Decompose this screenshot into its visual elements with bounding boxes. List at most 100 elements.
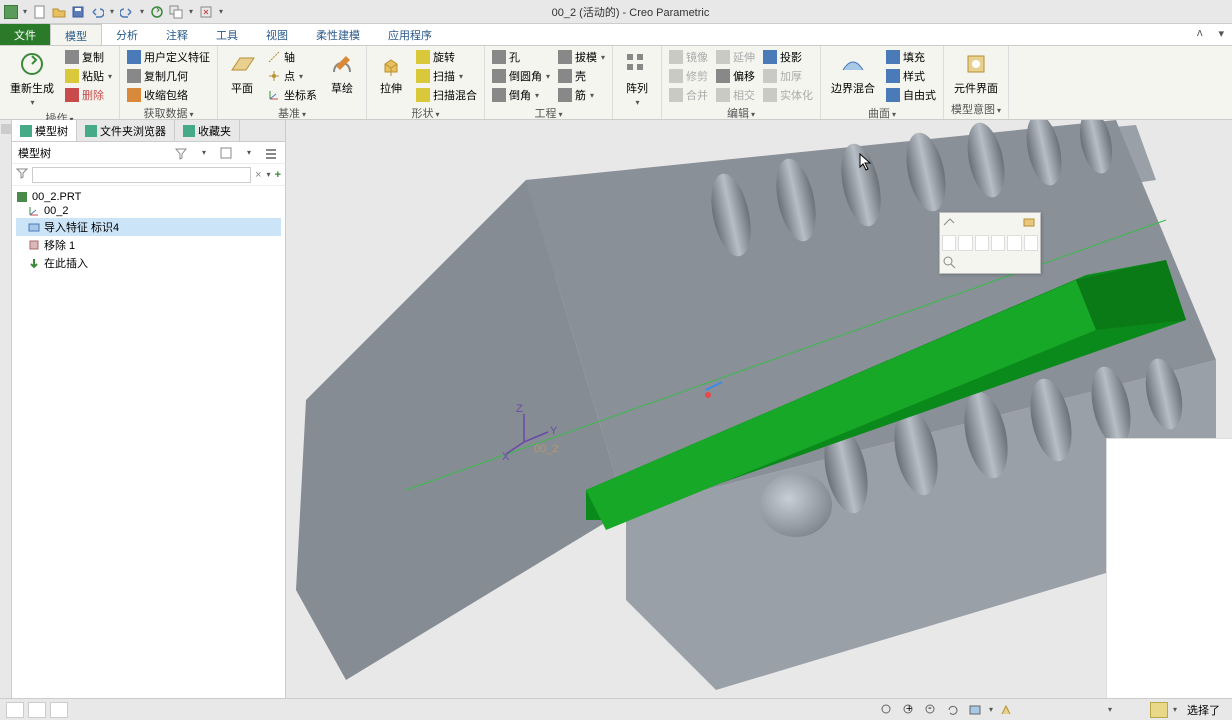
undo-icon[interactable] — [89, 4, 105, 20]
undo-drop-icon[interactable]: ▾ — [108, 7, 116, 16]
merge-button[interactable]: 合并 — [666, 86, 711, 104]
pattern-button[interactable]: 阵列 ▾ — [617, 48, 657, 109]
search-drop-icon[interactable]: ▾ — [267, 170, 271, 179]
fill-surf-button[interactable]: 填充 — [883, 48, 939, 66]
hole-button[interactable]: 孔 — [489, 48, 553, 66]
sb-selection-filter-icon[interactable] — [1150, 702, 1168, 718]
sb-zoom-in-icon[interactable]: + — [900, 702, 918, 718]
sb-repaint-icon[interactable] — [944, 702, 962, 718]
sb-zoom-out-icon[interactable]: - — [922, 702, 940, 718]
sb-window-icon[interactable] — [50, 702, 68, 718]
round-button[interactable]: 倒圆角▾ — [489, 67, 553, 85]
regenerate-button[interactable]: 重新生成 ▾ — [4, 48, 60, 109]
tab-applications[interactable]: 应用程序 — [374, 24, 446, 45]
search-filter-icon[interactable] — [16, 167, 28, 182]
style-button[interactable]: 样式 — [883, 67, 939, 85]
tree-node-import-feature[interactable]: 导入特征 标识4 — [16, 218, 281, 236]
sb-datum-display-icon[interactable] — [997, 702, 1015, 718]
new-file-icon[interactable] — [32, 4, 48, 20]
extrude-button[interactable]: 拉伸 — [371, 48, 411, 98]
thicken-button[interactable]: 加厚 — [760, 67, 816, 85]
csys-button[interactable]: 坐标系 — [264, 86, 320, 104]
search-clear-icon[interactable]: × — [255, 169, 261, 181]
fill-button[interactable]: 加厚填充投影 — [760, 48, 816, 66]
plane-button[interactable]: 平面 — [222, 48, 262, 98]
sweep-blend-button[interactable]: 扫描混合 — [413, 86, 480, 104]
ctx-extrude-icon[interactable] — [1007, 235, 1021, 251]
tab-tools[interactable]: 工具 — [202, 24, 252, 45]
tab-file[interactable]: 文件 — [0, 24, 50, 45]
chamfer-button[interactable]: 倒角▾ — [489, 86, 553, 104]
sb-annotation-display-icon[interactable] — [1085, 702, 1103, 718]
ctx-btn-2[interactable] — [1022, 215, 1038, 231]
ctx-copy-icon[interactable] — [942, 235, 956, 251]
ctx-more-icon[interactable] — [1024, 235, 1038, 251]
tree-settings-icon[interactable] — [263, 145, 279, 161]
freestyle-button[interactable]: 自由式 — [883, 86, 939, 104]
paste-button[interactable]: 粘贴▾ — [62, 67, 115, 85]
sb-point-display-icon[interactable] — [1041, 702, 1059, 718]
sb-zoom-fit-icon[interactable] — [878, 702, 896, 718]
redo-drop-icon[interactable]: ▾ — [138, 7, 146, 16]
sb-axis-display-icon[interactable] — [1019, 702, 1037, 718]
sb-msg-icon[interactable] — [6, 702, 24, 718]
windows-icon[interactable] — [168, 4, 184, 20]
ctx-btn-1[interactable] — [942, 215, 958, 231]
redo-icon[interactable] — [119, 4, 135, 20]
tree-node-insert-here[interactable]: 在此插入 — [16, 254, 281, 272]
graphics-area[interactable]: Z Y X 00_2 — [286, 120, 1232, 698]
shrinkwrap-button[interactable]: 收缩包络 — [124, 86, 213, 104]
copy-button[interactable]: 复制 — [62, 48, 115, 66]
regenerate-icon[interactable] — [149, 4, 165, 20]
mirror-button[interactable]: 镜像 — [666, 48, 711, 66]
revolve-button[interactable]: 旋转 — [413, 48, 480, 66]
tree-root[interactable]: 00_2.PRT — [16, 190, 281, 204]
save-icon[interactable] — [70, 4, 86, 20]
tree-node-remove[interactable]: 移除 1 — [16, 236, 281, 254]
side-tab-favorites[interactable]: 收藏夹 — [175, 120, 240, 141]
extend-button[interactable]: 延伸 — [713, 48, 758, 66]
point-button[interactable]: 点▾ — [264, 67, 320, 85]
ctx-csys-icon[interactable] — [958, 235, 972, 251]
ctx-search-icon[interactable] — [942, 255, 958, 271]
ctx-sketch-icon[interactable] — [991, 235, 1005, 251]
close-window-icon[interactable] — [198, 4, 214, 20]
browser-tab-icon[interactable] — [1, 124, 11, 134]
sb-csys-display-icon[interactable] — [1063, 702, 1081, 718]
side-tab-model-tree[interactable]: 模型树 — [12, 120, 77, 141]
windows-drop-icon[interactable]: ▾ — [187, 7, 195, 16]
minimize-ribbon-icon[interactable]: ᴧ — [1189, 24, 1211, 45]
sweep-button[interactable]: 扫描▾ — [413, 67, 480, 85]
trim-button[interactable]: 修剪 — [666, 67, 711, 85]
tab-model[interactable]: 模型 — [50, 24, 102, 45]
side-tab-folder-browser[interactable]: 文件夹浏览器 — [77, 120, 175, 141]
ctx-plane-icon[interactable] — [975, 235, 989, 251]
tab-view[interactable]: 视图 — [252, 24, 302, 45]
sketch-button[interactable]: 草绘 — [322, 48, 362, 98]
component-interface-button[interactable]: 元件界面 — [948, 48, 1004, 98]
intersect-button[interactable]: 相交 — [713, 86, 758, 104]
tab-annotate[interactable]: 注释 — [152, 24, 202, 45]
shell-button[interactable]: 壳 — [555, 67, 608, 85]
pattern-drop-icon[interactable]: ▾ — [636, 98, 640, 107]
rib-button[interactable]: 筋▾ — [555, 86, 608, 104]
sb-display-style-icon[interactable] — [966, 702, 984, 718]
app-menu-icon[interactable] — [4, 5, 18, 19]
app-menu-drop-icon[interactable]: ▾ — [21, 7, 29, 16]
model-viewport[interactable]: Z Y X 00_2 — [286, 120, 1232, 698]
delete-button[interactable]: 删除 — [62, 86, 115, 104]
axis-button[interactable]: 轴 — [264, 48, 320, 66]
tree-search-input[interactable] — [32, 167, 251, 183]
user-feature-button[interactable]: 用户定义特征 — [124, 48, 213, 66]
offset-button[interactable]: 偏移 — [713, 67, 758, 85]
tab-flex-model[interactable]: 柔性建模 — [302, 24, 374, 45]
help-drop-icon[interactable]: ▾ — [1210, 24, 1232, 45]
solidify-button[interactable]: 实体化 — [760, 86, 816, 104]
open-file-icon[interactable] — [51, 4, 67, 20]
tree-node-csys[interactable]: 00_2 — [16, 204, 281, 218]
regenerate-drop-icon[interactable]: ▾ — [30, 98, 34, 107]
draft-button[interactable]: 拔模▾ — [555, 48, 608, 66]
tree-show-icon[interactable] — [218, 145, 234, 161]
search-add-icon[interactable]: + — [275, 169, 281, 181]
sb-find-icon[interactable] — [28, 702, 46, 718]
